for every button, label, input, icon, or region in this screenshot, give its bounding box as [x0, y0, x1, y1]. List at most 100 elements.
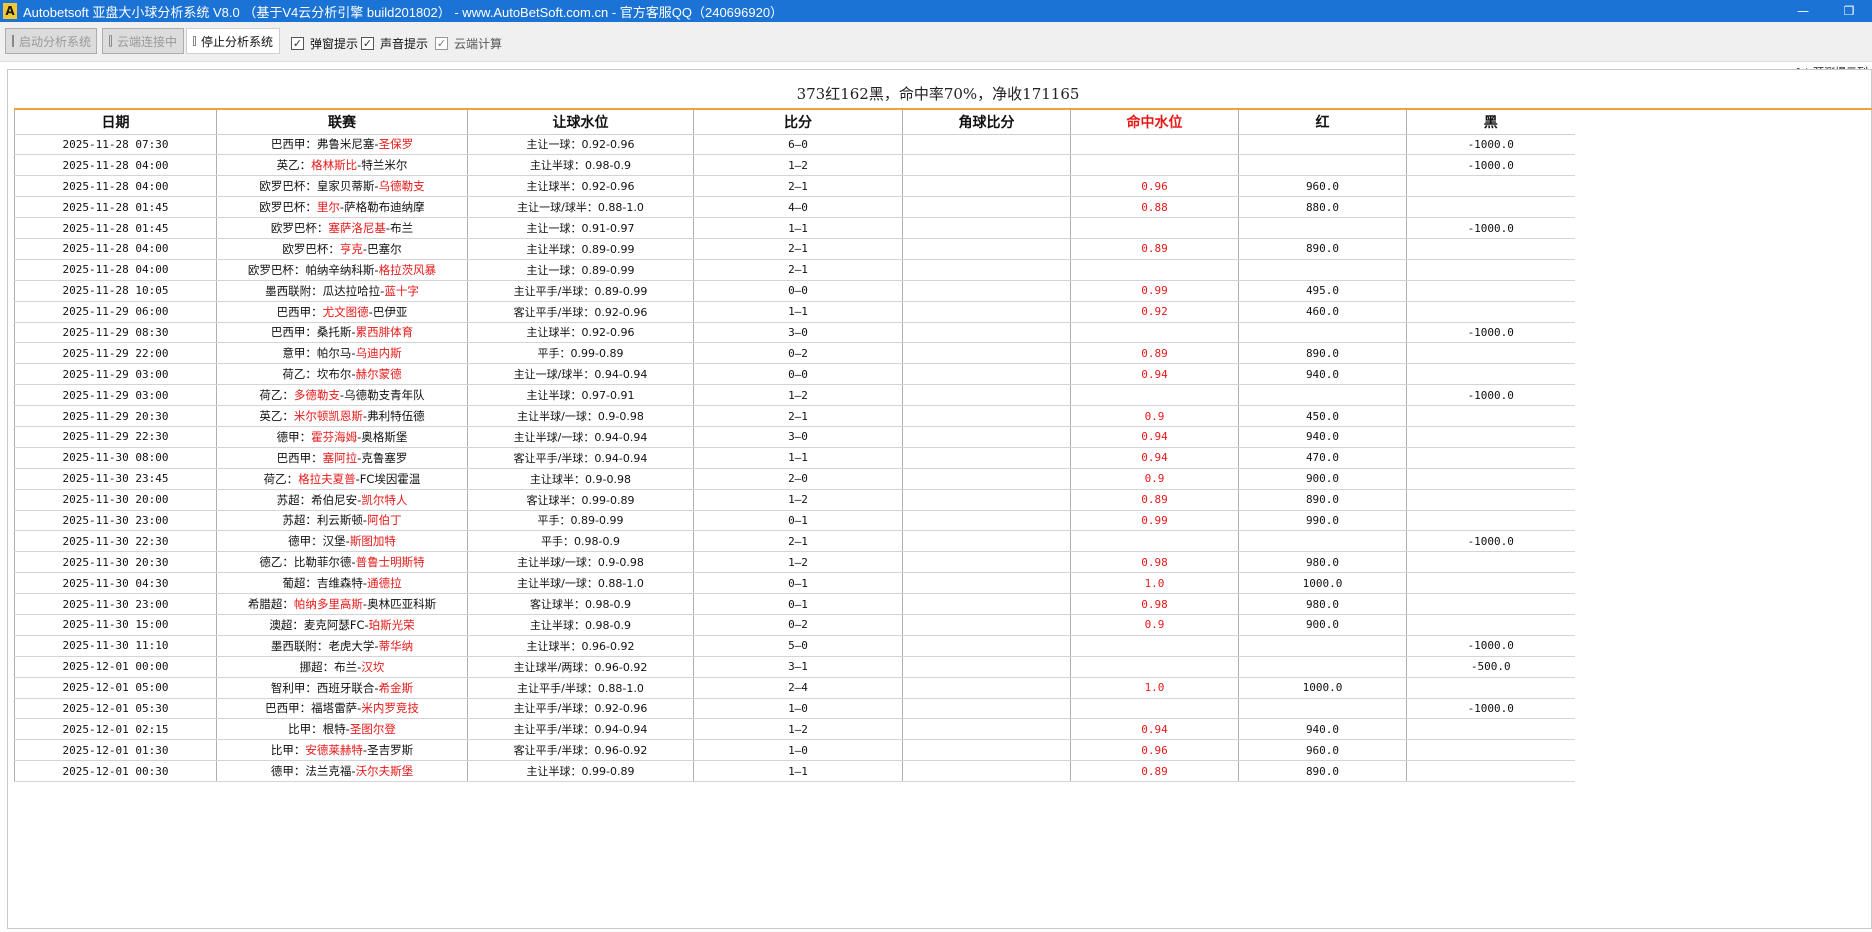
- league-name: 英乙：: [276, 158, 312, 173]
- column-header-handicap[interactable]: 让球水位: [467, 110, 694, 135]
- table-row[interactable]: 2025-12-01 02:15 比甲：根特-圣图尔登 主让平手/半球：0.94-0…: [14, 718, 1575, 741]
- score-cell: 1—2: [693, 718, 903, 741]
- league-match-cell: 荷乙：坎布尔-赫尔蒙德: [216, 363, 468, 386]
- column-header-hit-odds[interactable]: 命中水位: [1070, 110, 1239, 135]
- league-match-cell: 欧罗巴杯：帕纳辛纳科斯-格拉茨风暴: [216, 259, 468, 281]
- table-row[interactable]: 2025-11-30 23:00 苏超：利云斯顿-阿伯丁 平手：0.89-0.99 0…: [14, 510, 1575, 532]
- table-row[interactable]: 2025-12-01 00:30 德甲：法兰克福-沃尔夫斯堡 主让半球：0.99-0…: [14, 760, 1575, 783]
- sound-alert-checkbox[interactable]: ✓ 声音提示: [361, 35, 428, 52]
- table-row[interactable]: 2025-11-28 04:00 欧罗巴杯：帕纳辛纳科斯-格拉茨风暴 主让一球：0.…: [14, 259, 1575, 281]
- table-row[interactable]: 2025-11-30 22:30 德甲：汉堡-斯图加特 平手：0.98-0.9 2—1…: [14, 530, 1575, 553]
- league-name: 苏超：: [282, 513, 317, 528]
- start-analysis-button[interactable]: 启动分析系统: [5, 28, 97, 54]
- minimize-button[interactable]: —: [1780, 0, 1826, 22]
- table-row[interactable]: 2025-11-29 20:30 英乙：米尔顿凯恩斯-弗利特伍德 主让半球/一球：0…: [14, 405, 1575, 427]
- table-row[interactable]: 2025-11-28 10:05 墨西联附：瓜达拉哈拉-蓝十字 主让平手/半球：0.…: [14, 280, 1575, 302]
- table-row[interactable]: 2025-11-28 01:45 欧罗巴杯：塞萨洛尼基-布兰 主让一球：0.91-0…: [14, 217, 1575, 239]
- table-row[interactable]: 2025-11-28 04:00 英乙：格林斯比-特兰米尔 主让半球：0.98-0.…: [14, 154, 1575, 177]
- column-header-win[interactable]: 红: [1238, 110, 1407, 135]
- table-row[interactable]: 2025-11-30 20:30 德乙：比勒菲尔德-普鲁士明斯特 主让半球/一球：0…: [14, 551, 1575, 574]
- league-match-cell: 墨西联附：老虎大学-蒂华纳: [216, 635, 468, 657]
- start-analysis-label: 启动分析系统: [19, 34, 92, 49]
- league-name: 意甲：: [282, 346, 317, 361]
- table-row[interactable]: 2025-11-29 03:00 荷乙：坎布尔-赫尔蒙德 主让一球/球半：0.94-…: [14, 363, 1575, 386]
- date-cell: 2025-11-28 04:00: [14, 259, 217, 281]
- league-match-cell: 巴西甲：弗鲁米尼塞-圣保罗: [216, 134, 468, 156]
- away-team: 米内罗竞技: [361, 701, 419, 716]
- away-team: 珀斯光荣: [368, 617, 415, 632]
- score-cell: 4—0: [693, 196, 903, 219]
- column-header-date[interactable]: 日期: [14, 110, 217, 135]
- home-team: 老虎大学: [328, 638, 375, 653]
- league-match-cell: 德甲：法兰克福-沃尔夫斯堡: [216, 760, 468, 783]
- column-header-league[interactable]: 联赛: [216, 110, 468, 135]
- away-team: 沃尔夫斯堡: [355, 764, 414, 779]
- hit-odds-cell: [1070, 530, 1239, 553]
- table-row[interactable]: 2025-11-29 22:00 意甲：帕尔马-乌迪内斯 平手：0.99-0.89 0…: [14, 342, 1575, 365]
- table-row[interactable]: 2025-11-29 03:00 荷乙：多德勒支-乌德勒支青年队 主让半球：0.97…: [14, 384, 1575, 407]
- away-team: 萨格勒布迪纳摩: [344, 200, 425, 215]
- table-row[interactable]: 2025-12-01 05:00 智利甲：西班牙联合-希金斯 主让平手/半球：0.8…: [14, 677, 1575, 699]
- table-row[interactable]: 2025-11-29 06:00 巴西甲：尤文图德-巴伊亚 客让平手/半球：0.92…: [14, 301, 1575, 323]
- hit-odds-cell: 0.94: [1070, 447, 1239, 469]
- table-row[interactable]: 2025-11-30 08:00 巴西甲：塞阿拉-克鲁塞罗 客让平手/半球：0.94…: [14, 447, 1575, 469]
- handicap-cell: 主让球半/两球：0.96-0.92: [467, 656, 694, 678]
- cloud-calc-checkbox[interactable]: ✓ 云端计算: [435, 35, 502, 52]
- table-row[interactable]: 2025-11-28 04:00 欧罗巴杯：皇家贝蒂斯-乌德勒支 主让球半：0.92…: [14, 175, 1575, 198]
- win-amount-cell: 940.0: [1238, 718, 1407, 741]
- table-row[interactable]: 2025-12-01 00:00 挪超：布兰-汉坎 主让球半/两球：0.96-0.9…: [14, 656, 1575, 678]
- table-row[interactable]: 2025-12-01 01:30 比甲：安德莱赫特-圣吉罗斯 客让平手/半球：0.9…: [14, 739, 1575, 762]
- table-row[interactable]: 2025-11-30 23:00 希腊超：帕纳多里高斯-奥林匹亚科斯 客让球半：0.…: [14, 593, 1575, 615]
- away-team: 赫尔蒙德: [355, 367, 402, 382]
- table-row[interactable]: 2025-11-28 04:00 欧罗巴杯：亨克-巴塞尔 主让半球：0.89-0.9…: [14, 238, 1575, 260]
- away-team: FC埃因霍温: [359, 471, 421, 486]
- date-cell: 2025-12-01 00:00: [14, 656, 217, 678]
- score-cell: 0—0: [693, 280, 903, 302]
- restore-button[interactable]: ❐: [1826, 0, 1872, 22]
- win-amount-cell: [1238, 384, 1407, 407]
- home-team: 吉维森特: [316, 576, 363, 591]
- score-cell: 2—1: [693, 530, 903, 553]
- hit-odds-cell: 0.94: [1070, 718, 1239, 741]
- table-row[interactable]: 2025-11-30 20:00 苏超：希伯尼安-凯尔特人 客让球半：0.99-0.…: [14, 489, 1575, 511]
- win-amount-cell: 960.0: [1238, 175, 1407, 198]
- hit-odds-cell: 0.99: [1070, 510, 1239, 532]
- cloud-connect-button[interactable]: 云端连接中: [102, 28, 184, 54]
- table-row[interactable]: 2025-11-28 01:45 欧罗巴杯：里尔-萨格勒布迪纳摩 主让一球/球半：0…: [14, 196, 1575, 219]
- table-row[interactable]: 2025-11-30 04:30 葡超：吉维森特-通德拉 主让半球/一球：0.88-…: [14, 572, 1575, 595]
- corner-score-cell: [902, 718, 1071, 741]
- corner-score-cell: [902, 635, 1071, 657]
- column-header-corner-score[interactable]: 角球比分: [902, 110, 1071, 135]
- corner-score-cell: [902, 363, 1071, 386]
- table-row[interactable]: 2025-11-30 11:10 墨西联附：老虎大学-蒂华纳 主让球半：0.96-0…: [14, 635, 1575, 657]
- loss-amount-cell: -1000.0: [1406, 154, 1575, 177]
- win-amount-cell: 450.0: [1238, 405, 1407, 427]
- loss-amount-cell: -1000.0: [1406, 322, 1575, 344]
- date-cell: 2025-11-30 23:00: [14, 510, 217, 532]
- league-name: 巴西甲：: [276, 450, 323, 465]
- win-amount-cell: [1238, 322, 1407, 344]
- popup-alert-checkbox[interactable]: ✓ 弹窗提示: [291, 35, 358, 52]
- hit-odds-cell: 1.0: [1070, 572, 1239, 595]
- league-name: 欧罗巴杯：: [247, 262, 306, 277]
- league-match-cell: 德乙：比勒菲尔德-普鲁士明斯特: [216, 551, 468, 574]
- score-cell: 0—1: [693, 572, 903, 595]
- league-name: 德乙：: [259, 555, 294, 570]
- loss-amount-cell: [1406, 426, 1575, 448]
- hit-odds-cell: 0.9: [1070, 614, 1239, 636]
- hit-odds-cell: 0.9: [1070, 468, 1239, 490]
- away-team: 奥林匹亚科斯: [367, 597, 437, 612]
- loss-amount-cell: [1406, 363, 1575, 386]
- hit-odds-cell: 0.88: [1070, 196, 1239, 219]
- table-row[interactable]: 2025-11-30 15:00 澳超：麦克阿瑟FC-珀斯光荣 主让半球：0.98-…: [14, 614, 1575, 636]
- table-row[interactable]: 2025-11-29 08:30 巴西甲：桑托斯-累西腓体育 主让球半：0.92-0…: [14, 322, 1575, 344]
- table-row[interactable]: 2025-11-29 22:30 德甲：霍芬海姆-奥格斯堡 主让半球/一球：0.94…: [14, 426, 1575, 448]
- table-row[interactable]: 2025-12-01 05:30 巴西甲：福塔雷萨-米内罗竞技 主让平手/半球：0.…: [14, 698, 1575, 720]
- stop-analysis-button[interactable]: 停止分析系统: [186, 28, 280, 54]
- table-row[interactable]: 2025-11-30 23:45 荷乙：格拉夫夏普-FC埃因霍温 主让球半：0.9-…: [14, 468, 1575, 490]
- corner-score-cell: [902, 489, 1071, 511]
- column-header-loss[interactable]: 黑: [1406, 110, 1575, 135]
- column-header-score[interactable]: 比分: [693, 110, 903, 135]
- table-row[interactable]: 2025-11-28 07:30 巴西甲：弗鲁米尼塞-圣保罗 主让一球：0.92-0…: [14, 134, 1575, 156]
- home-team: 弗鲁米尼塞: [316, 137, 375, 152]
